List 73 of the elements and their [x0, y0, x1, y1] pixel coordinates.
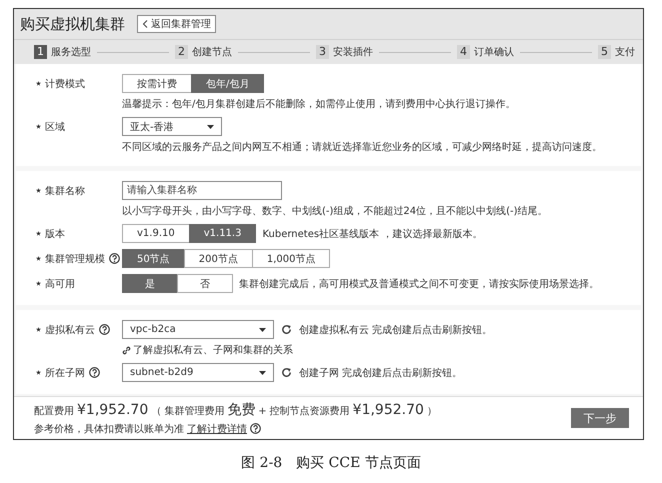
dropdown-icon	[207, 124, 214, 128]
dropdown-icon	[259, 328, 266, 332]
step-label: 订单确认	[474, 46, 514, 59]
option-button[interactable]: 1,000节点	[252, 249, 330, 268]
required-icon	[36, 124, 41, 129]
step-number: 3	[316, 45, 329, 59]
help-link[interactable]: 了解虚拟私有云、子网和集群的关系	[133, 343, 293, 357]
field-hint: 不同区域的云服务产品之间内网互不相通；请就近选择靠近您业务的区域，可减少网络时延，提高访问速度。	[122, 140, 602, 154]
refresh-note: 创建子网 完成创建后点击刷新按钮。	[299, 366, 462, 380]
step-label: 服务选型	[51, 46, 91, 59]
option-button[interactable]: 否	[177, 274, 233, 293]
field-label: 版本	[45, 228, 65, 240]
step-number: 2	[175, 45, 188, 59]
field-hint: 温馨提示：包年/包月集群创建后不能删除，如需停止使用，请到费用中心执行退订操作。	[122, 98, 516, 111]
name-input[interactable]: 请输入集群名称	[122, 181, 282, 200]
refresh-icon[interactable]	[281, 324, 292, 335]
required-icon	[36, 327, 41, 332]
option-button[interactable]: v1.11.3	[188, 224, 256, 243]
step-number: 4	[457, 45, 470, 59]
refresh-note: 创建虚拟私有云 完成创建后点击刷新按钮。	[299, 324, 492, 336]
step-label: 安装插件	[333, 46, 373, 59]
select-field[interactable]: 亚太-香港	[122, 117, 222, 136]
required-icon	[36, 370, 41, 375]
option-button[interactable]: 50节点	[122, 249, 185, 268]
option-button[interactable]: 200节点	[184, 249, 253, 268]
field-label: 区域	[45, 120, 65, 134]
required-icon	[36, 281, 41, 286]
back-button[interactable]: 返回集群管理	[137, 15, 216, 33]
total-price: ¥1,952.70	[77, 402, 148, 418]
select-field[interactable]: vpc-b2ca	[122, 320, 274, 339]
paren: （	[151, 404, 162, 418]
help-icon[interactable]	[99, 324, 110, 335]
step-label: 支付	[615, 46, 635, 59]
page-title: 购买虚拟机集群	[20, 14, 125, 34]
mgmt-fee: 免费	[227, 400, 256, 418]
required-icon	[36, 231, 41, 236]
field-label: 集群名称	[45, 184, 85, 198]
paren: ）	[426, 404, 437, 418]
field-note: 集群创建完成后，高可用模式及普通模式之间不可变更，请按实际使用场景选择。	[239, 278, 599, 290]
option-button[interactable]: v1.9.10	[122, 224, 190, 243]
link-icon	[122, 346, 131, 354]
field-label: 计费模式	[45, 78, 85, 90]
dropdown-icon	[259, 370, 266, 374]
help-icon[interactable]	[89, 367, 100, 378]
node-fee: ¥1,952.70	[352, 402, 424, 418]
field-hint: 以小写字母开头，由小写字母、数字、中划线(-)组成，不能超过24位，且不能以中划线(-)结尾。	[122, 204, 548, 218]
field-label: 高可用	[45, 278, 75, 290]
next-button[interactable]: 下一步	[571, 408, 629, 428]
step-number: 1	[34, 45, 47, 59]
help-icon[interactable]	[109, 253, 120, 264]
option-button[interactable]: 按需计费	[122, 74, 192, 93]
pricing-link[interactable]: 了解计费详情	[187, 422, 247, 436]
field-label: 虚拟私有云	[45, 324, 95, 336]
mgmt-fee-label: 集群管理费用	[164, 404, 224, 418]
step-label: 创建节点	[192, 46, 232, 59]
select-field[interactable]: subnet-b2d9	[122, 363, 274, 382]
field-label: 所在子网	[45, 366, 85, 380]
required-icon	[36, 256, 41, 261]
option-button[interactable]: 是	[122, 274, 178, 293]
option-button[interactable]: 包年/包月	[191, 74, 264, 93]
step-number: 5	[598, 45, 611, 59]
node-fee-label: 控制节点资源费用	[270, 404, 350, 418]
field-note: Kubernetes社区基线版本 ，建议选择最新版本。	[262, 228, 482, 240]
help-icon[interactable]	[250, 423, 261, 434]
cost-label: 配置费用	[34, 404, 74, 418]
price-note: 参考价格，具体扣费请以账单为准	[34, 422, 184, 436]
plus-sign: +	[258, 406, 267, 416]
required-icon	[36, 81, 41, 86]
figure-caption: 图 2-8 购买 CCE 节点页面	[240, 454, 422, 472]
field-label: 集群管理规模	[45, 252, 105, 266]
back-icon	[142, 20, 148, 28]
refresh-icon[interactable]	[281, 367, 292, 378]
required-icon	[36, 188, 41, 193]
